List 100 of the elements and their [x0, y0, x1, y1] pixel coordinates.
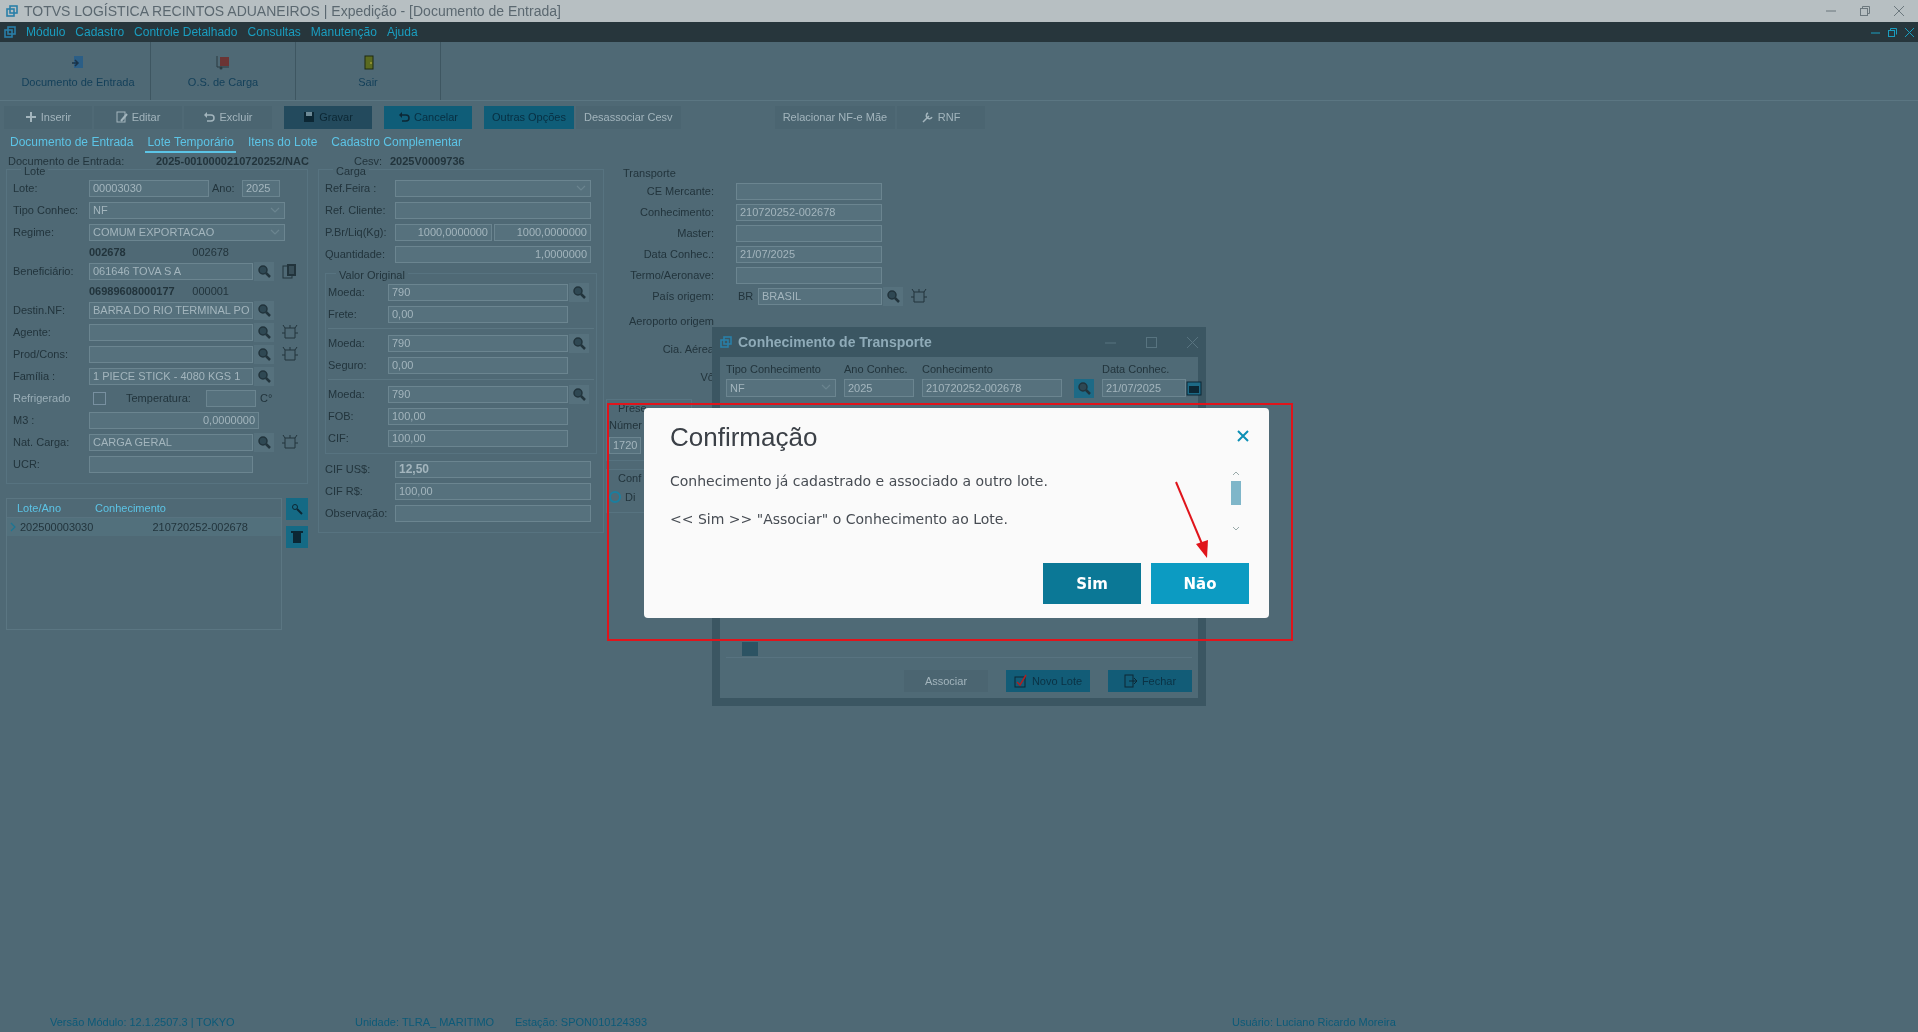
delete-button[interactable]: [286, 526, 308, 548]
input-field[interactable]: 1000,0000000: [395, 223, 492, 241]
input-field[interactable]: 1,0000000: [395, 245, 591, 263]
search-button[interactable]: [254, 300, 274, 320]
tab[interactable]: Itens do Lote: [245, 135, 320, 153]
search-button[interactable]: [569, 282, 589, 302]
menu-item[interactable]: Consultas: [247, 25, 301, 39]
dropdown[interactable]: NF: [89, 201, 285, 219]
app-logo-icon: [720, 336, 732, 348]
dropdown[interactable]: [395, 179, 591, 197]
input-field[interactable]: 100,00: [388, 407, 568, 425]
input-field[interactable]: 210720252-002678: [922, 379, 1062, 397]
checklist-icon: [1013, 674, 1028, 688]
input-field[interactable]: 790: [388, 334, 568, 352]
restore-icon[interactable]: [1860, 6, 1870, 16]
grid-row[interactable]: 202500003030 210720252-002678: [7, 518, 281, 536]
field-label: Conhecimento: [922, 363, 994, 375]
tab[interactable]: Cadastro Complementar: [329, 135, 465, 153]
field-label: Moeda:: [328, 388, 366, 400]
search-button[interactable]: [883, 286, 903, 306]
find-button[interactable]: [286, 498, 308, 520]
input-field[interactable]: [395, 504, 591, 522]
radio-button[interactable]: [609, 491, 621, 503]
input-field[interactable]: 1720: [609, 436, 641, 454]
scroll-bar[interactable]: [726, 640, 1192, 658]
input-field[interactable]: 100,00: [395, 482, 591, 500]
input-field[interactable]: BRASIL: [758, 287, 882, 305]
table-cell-text: 210720252-002678: [151, 521, 249, 533]
date-field[interactable]: 21/07/2025: [1102, 379, 1186, 397]
input-field[interactable]: 12,50: [395, 460, 591, 478]
field-label: Frete:: [328, 308, 358, 320]
restore-icon[interactable]: [1888, 27, 1897, 37]
input-field[interactable]: 061646 TOVA S A: [89, 262, 253, 280]
close-icon[interactable]: [1905, 27, 1914, 37]
tab[interactable]: Documento de Entrada: [8, 135, 136, 153]
document-icon: [70, 54, 86, 70]
tab[interactable]: Lote Temporário: [145, 135, 236, 153]
input-field[interactable]: 100,00: [388, 429, 568, 447]
plus-icon: [24, 111, 37, 123]
search-button[interactable]: [569, 384, 589, 404]
wrench-icon: [921, 111, 934, 123]
calendar-icon[interactable]: [1186, 380, 1202, 396]
input-field[interactable]: [736, 182, 882, 200]
input-field[interactable]: 210720252-002678: [736, 203, 882, 221]
input-field[interactable]: BARRA DO RIO TERMINAL PO: [89, 301, 253, 319]
close-icon[interactable]: [1894, 6, 1904, 16]
status-text: Unidade: TLRA_ MARITIMO: [355, 1016, 496, 1028]
dropdown[interactable]: COMUM EXPORTACAO: [89, 223, 285, 241]
toolbar-button[interactable]: Sair: [296, 42, 441, 100]
field-label: Agente:: [13, 326, 52, 338]
code-value: 002678: [89, 245, 126, 258]
search-icon: [257, 347, 271, 361]
dialog-button[interactable]: Não: [1151, 563, 1249, 604]
input-field[interactable]: 21/07/2025: [736, 245, 882, 263]
menu-item[interactable]: Ajuda: [386, 25, 418, 39]
search-button[interactable]: [254, 344, 274, 364]
input-field[interactable]: 0,0000000: [89, 411, 259, 429]
input-field[interactable]: CARGA GERAL: [89, 433, 253, 451]
toolbar-button[interactable]: Documento de Entrada: [6, 42, 151, 100]
input-field[interactable]: [395, 201, 591, 219]
search-button[interactable]: [254, 322, 274, 342]
field-label: Data Conhec.: [1102, 363, 1171, 375]
input-field[interactable]: 1000,0000000: [494, 223, 591, 241]
input-field[interactable]: 790: [388, 385, 568, 403]
dropdown[interactable]: NF: [726, 379, 836, 397]
menu-item[interactable]: Manutenção: [310, 25, 377, 39]
input-field[interactable]: 790: [388, 283, 568, 301]
input-field[interactable]: [736, 224, 882, 242]
field-label: P.Br/Liq(Kg):: [325, 226, 388, 238]
field-label: Termo/Aeronave:: [629, 269, 714, 281]
scroll-bar[interactable]: [1229, 469, 1243, 533]
dialog-button[interactable]: Sim: [1043, 563, 1141, 604]
search-button[interactable]: [254, 366, 274, 386]
input-field[interactable]: [89, 345, 253, 363]
search-button[interactable]: [254, 261, 274, 281]
input-field[interactable]: [206, 389, 256, 407]
input-field[interactable]: [89, 323, 253, 341]
column-header[interactable]: Lote/Ano: [7, 502, 91, 514]
field-label: Moeda:: [328, 286, 366, 298]
menu-item[interactable]: Controle Detalhado: [134, 25, 238, 39]
search-button[interactable]: [254, 432, 274, 452]
search-button[interactable]: [569, 333, 589, 353]
input-field[interactable]: 00003030: [89, 179, 209, 197]
search-icon: [257, 435, 271, 449]
input-field[interactable]: 0,00: [388, 356, 568, 374]
menu-item[interactable]: Cadastro: [75, 25, 125, 39]
search-button[interactable]: [1074, 378, 1094, 398]
radio-label: Di: [625, 491, 636, 503]
field-label: Nat. Carga:: [13, 436, 71, 448]
close-icon: [1237, 430, 1249, 442]
column-header[interactable]: Conhecimento: [91, 502, 225, 514]
input-field[interactable]: 2025: [242, 179, 280, 197]
maximize-icon[interactable]: [1146, 336, 1157, 348]
input-field[interactable]: 1 PIECE STICK - 4080 KGS 1: [89, 367, 253, 385]
input-field[interactable]: 2025: [844, 379, 914, 397]
input-field[interactable]: 0,00: [388, 305, 568, 323]
input-field[interactable]: [736, 266, 882, 284]
field-label: UCR:: [13, 458, 41, 470]
input-field[interactable]: [89, 455, 253, 473]
menu-item[interactable]: Módulo: [26, 25, 66, 39]
